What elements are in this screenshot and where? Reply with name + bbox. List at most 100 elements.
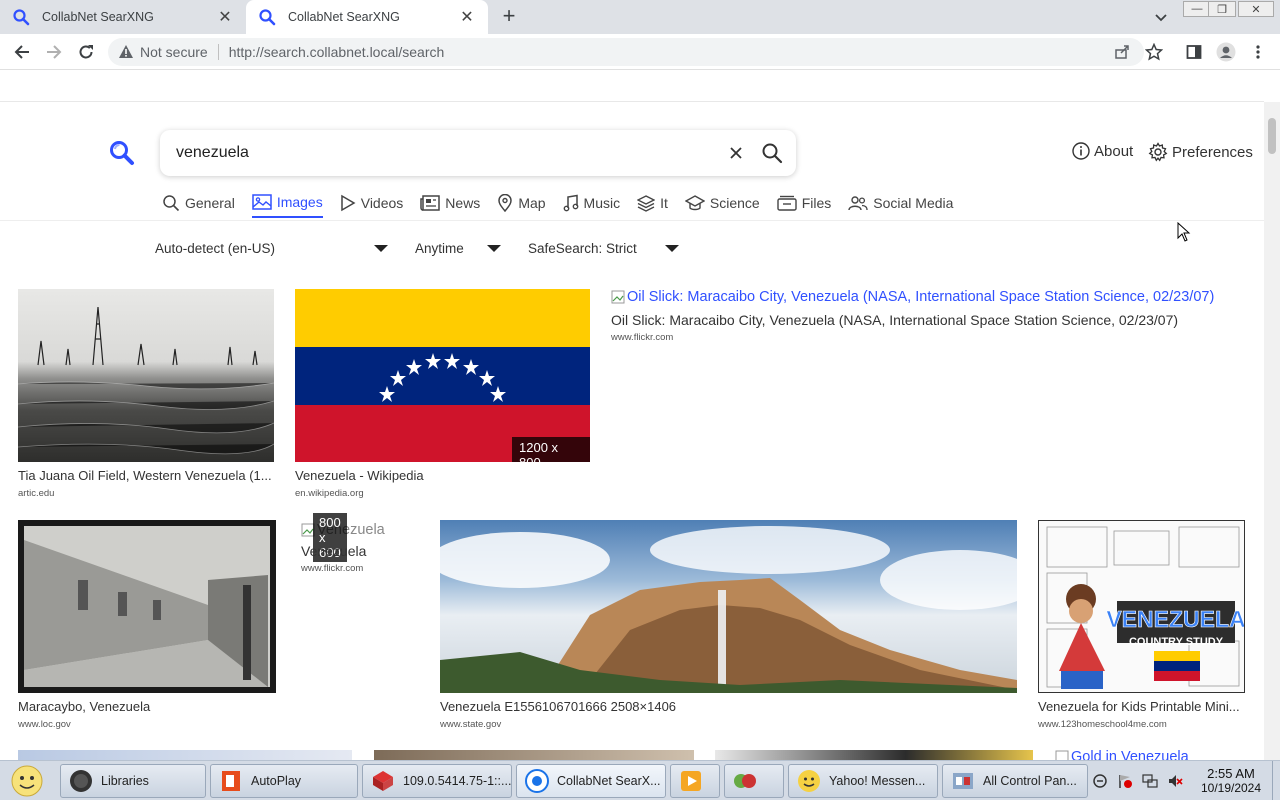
yahoo-messenger-icon bbox=[798, 770, 820, 792]
image-thumbnail[interactable] bbox=[18, 750, 352, 760]
play-icon bbox=[340, 194, 356, 212]
safesearch-select[interactable]: SafeSearch: Strict bbox=[528, 238, 682, 258]
task-label: CollabNet SearX... bbox=[557, 774, 661, 788]
result-title[interactable]: Oil Slick: Maracaibo City, Venezuela (NA… bbox=[611, 312, 1211, 328]
side-panel-icon[interactable] bbox=[1184, 42, 1204, 62]
newspaper-icon bbox=[420, 195, 441, 211]
back-arrow-icon[interactable] bbox=[10, 40, 34, 64]
tab-images[interactable]: Images bbox=[251, 192, 323, 218]
preferences-label: Preferences bbox=[1172, 143, 1253, 161]
minus-circle-icon[interactable] bbox=[1092, 773, 1108, 789]
tab-label: Images bbox=[276, 194, 323, 210]
language-select[interactable]: Auto-detect (en-US) bbox=[155, 238, 391, 258]
tab-close-icon[interactable]: ✕ bbox=[458, 8, 476, 26]
volume-muted-icon[interactable] bbox=[1167, 773, 1183, 789]
folder-icon bbox=[70, 770, 92, 792]
image-thumbnail[interactable]: VENEZUELA COUNTRY STUDY bbox=[1038, 520, 1245, 693]
tab-music[interactable]: Music bbox=[563, 192, 620, 218]
image-thumbnail[interactable] bbox=[374, 750, 694, 760]
broken-image-alt[interactable]: Oil Slick: Maracaibo City, Venezuela (NA… bbox=[627, 289, 1214, 305]
vertical-scrollbar[interactable] bbox=[1264, 102, 1280, 760]
tab-map[interactable]: Map bbox=[497, 192, 546, 218]
tab-label: Videos bbox=[360, 195, 404, 211]
taskbar-chrome[interactable]: CollabNet SearX... bbox=[516, 764, 666, 798]
taskbar-media[interactable] bbox=[670, 764, 720, 798]
close-window-icon[interactable]: ✕ bbox=[1238, 1, 1274, 17]
broken-image-alt[interactable]: Gold in Venezuela bbox=[1071, 749, 1189, 760]
taskbar-game[interactable] bbox=[724, 764, 784, 798]
tab-news[interactable]: News bbox=[420, 192, 480, 218]
image-thumbnail[interactable]: 1200 x 800 bbox=[295, 289, 590, 462]
tab-label: General bbox=[185, 195, 235, 211]
taskbar-installer[interactable]: 109.0.5414.75-1::... bbox=[362, 764, 512, 798]
taskbar-libraries[interactable]: Libraries bbox=[60, 764, 206, 798]
search-input[interactable] bbox=[176, 144, 716, 162]
task-label: 109.0.5414.75-1::... bbox=[403, 774, 512, 788]
tab-searxng-1[interactable]: CollabNet SearXNG ✕ bbox=[0, 0, 246, 34]
bookmark-star-icon[interactable] bbox=[1144, 42, 1164, 62]
taskbar-autoplay[interactable]: AutoPlay bbox=[210, 764, 358, 798]
search-submit-icon[interactable] bbox=[761, 142, 783, 164]
clear-search-icon[interactable] bbox=[726, 143, 746, 163]
oil-derricks-photo bbox=[18, 306, 274, 455]
tab-close-icon[interactable]: ✕ bbox=[216, 8, 234, 26]
result-source: en.wikipedia.org bbox=[295, 488, 364, 499]
image-thumbnail[interactable] bbox=[18, 289, 274, 462]
security-label[interactable]: Not secure bbox=[140, 44, 208, 60]
network-icon[interactable] bbox=[1142, 773, 1158, 789]
result-title[interactable]: Tia Juana Oil Field, Western Venezuela (… bbox=[18, 468, 274, 483]
result-title[interactable]: Venezuela bbox=[301, 543, 421, 559]
searxng-logo-icon[interactable] bbox=[109, 140, 135, 166]
image-thumbnail[interactable] bbox=[18, 520, 276, 693]
broken-image-icon bbox=[611, 290, 625, 304]
about-link[interactable]: About bbox=[1072, 142, 1133, 160]
tab-files[interactable]: Files bbox=[777, 192, 831, 218]
profile-avatar-icon[interactable] bbox=[1216, 42, 1236, 62]
tab-videos[interactable]: Videos bbox=[340, 192, 404, 218]
tab-science[interactable]: Science bbox=[684, 192, 760, 218]
task-label: All Control Pan... bbox=[983, 774, 1077, 788]
new-tab-plus-icon[interactable]: + bbox=[498, 5, 520, 28]
time-range-select[interactable]: Anytime bbox=[415, 238, 507, 258]
result-title[interactable]: Venezuela - Wikipedia bbox=[295, 468, 590, 483]
show-desktop-button[interactable] bbox=[1272, 761, 1280, 800]
info-icon bbox=[1072, 142, 1090, 160]
page-content: About Preferences General Images Videos … bbox=[0, 70, 1264, 760]
tab-it[interactable]: It bbox=[637, 192, 668, 218]
scrollbar-thumb[interactable] bbox=[1268, 118, 1276, 154]
poster-subtitle-text: COUNTRY STUDY bbox=[1129, 636, 1224, 648]
result-title[interactable]: Maracaybo, Venezuela bbox=[18, 699, 276, 714]
result-source: www.state.gov bbox=[440, 719, 502, 730]
tab-general[interactable]: General bbox=[162, 192, 235, 218]
image-thumbnail[interactable] bbox=[440, 520, 1017, 693]
result-title[interactable]: Venezuela for Kids Printable Mini... bbox=[1038, 699, 1245, 714]
start-button[interactable] bbox=[6, 763, 48, 799]
tab-title: CollabNet SearXNG bbox=[42, 10, 154, 24]
image-thumbnail[interactable] bbox=[715, 750, 1033, 760]
restore-icon[interactable]: ❐ bbox=[1208, 1, 1236, 17]
taskbar-control-panel[interactable]: All Control Pan... bbox=[942, 764, 1088, 798]
broken-image-icon bbox=[1055, 750, 1069, 760]
tab-social-media[interactable]: Social Media bbox=[848, 192, 953, 218]
preferences-link[interactable]: Preferences bbox=[1148, 142, 1253, 162]
task-label: AutoPlay bbox=[251, 774, 302, 788]
warning-triangle-icon[interactable] bbox=[118, 44, 134, 60]
tab-strip: CollabNet SearXNG ✕ CollabNet SearXNG ✕ … bbox=[0, 0, 1280, 34]
forward-arrow-icon[interactable] bbox=[42, 40, 66, 64]
share-icon[interactable] bbox=[1112, 42, 1132, 62]
tab-label: Science bbox=[709, 195, 760, 211]
flag-alert-icon[interactable] bbox=[1117, 773, 1133, 789]
system-clock[interactable]: 2:55 AM 10/19/2024 bbox=[1194, 766, 1268, 796]
kebab-menu-icon[interactable] bbox=[1248, 42, 1268, 62]
reload-icon[interactable] bbox=[74, 40, 98, 64]
taskbar-yahoo-messenger[interactable]: Yahoo! Messen... bbox=[788, 764, 938, 798]
safesearch-value: SafeSearch: Strict bbox=[528, 240, 637, 256]
task-label: Yahoo! Messen... bbox=[829, 774, 926, 788]
tab-searxng-2[interactable]: CollabNet SearXNG ✕ bbox=[246, 0, 488, 34]
time-range-value: Anytime bbox=[415, 240, 464, 256]
chevron-down-icon[interactable] bbox=[1152, 8, 1170, 26]
address-bar[interactable]: Not secure http://search.collabnet.local… bbox=[108, 38, 1144, 66]
result-title[interactable]: Venezuela E1556106701666 2508×1406 bbox=[440, 699, 1017, 714]
minimize-icon[interactable]: — bbox=[1183, 1, 1211, 17]
url-text[interactable]: http://search.collabnet.local/search bbox=[229, 44, 445, 60]
